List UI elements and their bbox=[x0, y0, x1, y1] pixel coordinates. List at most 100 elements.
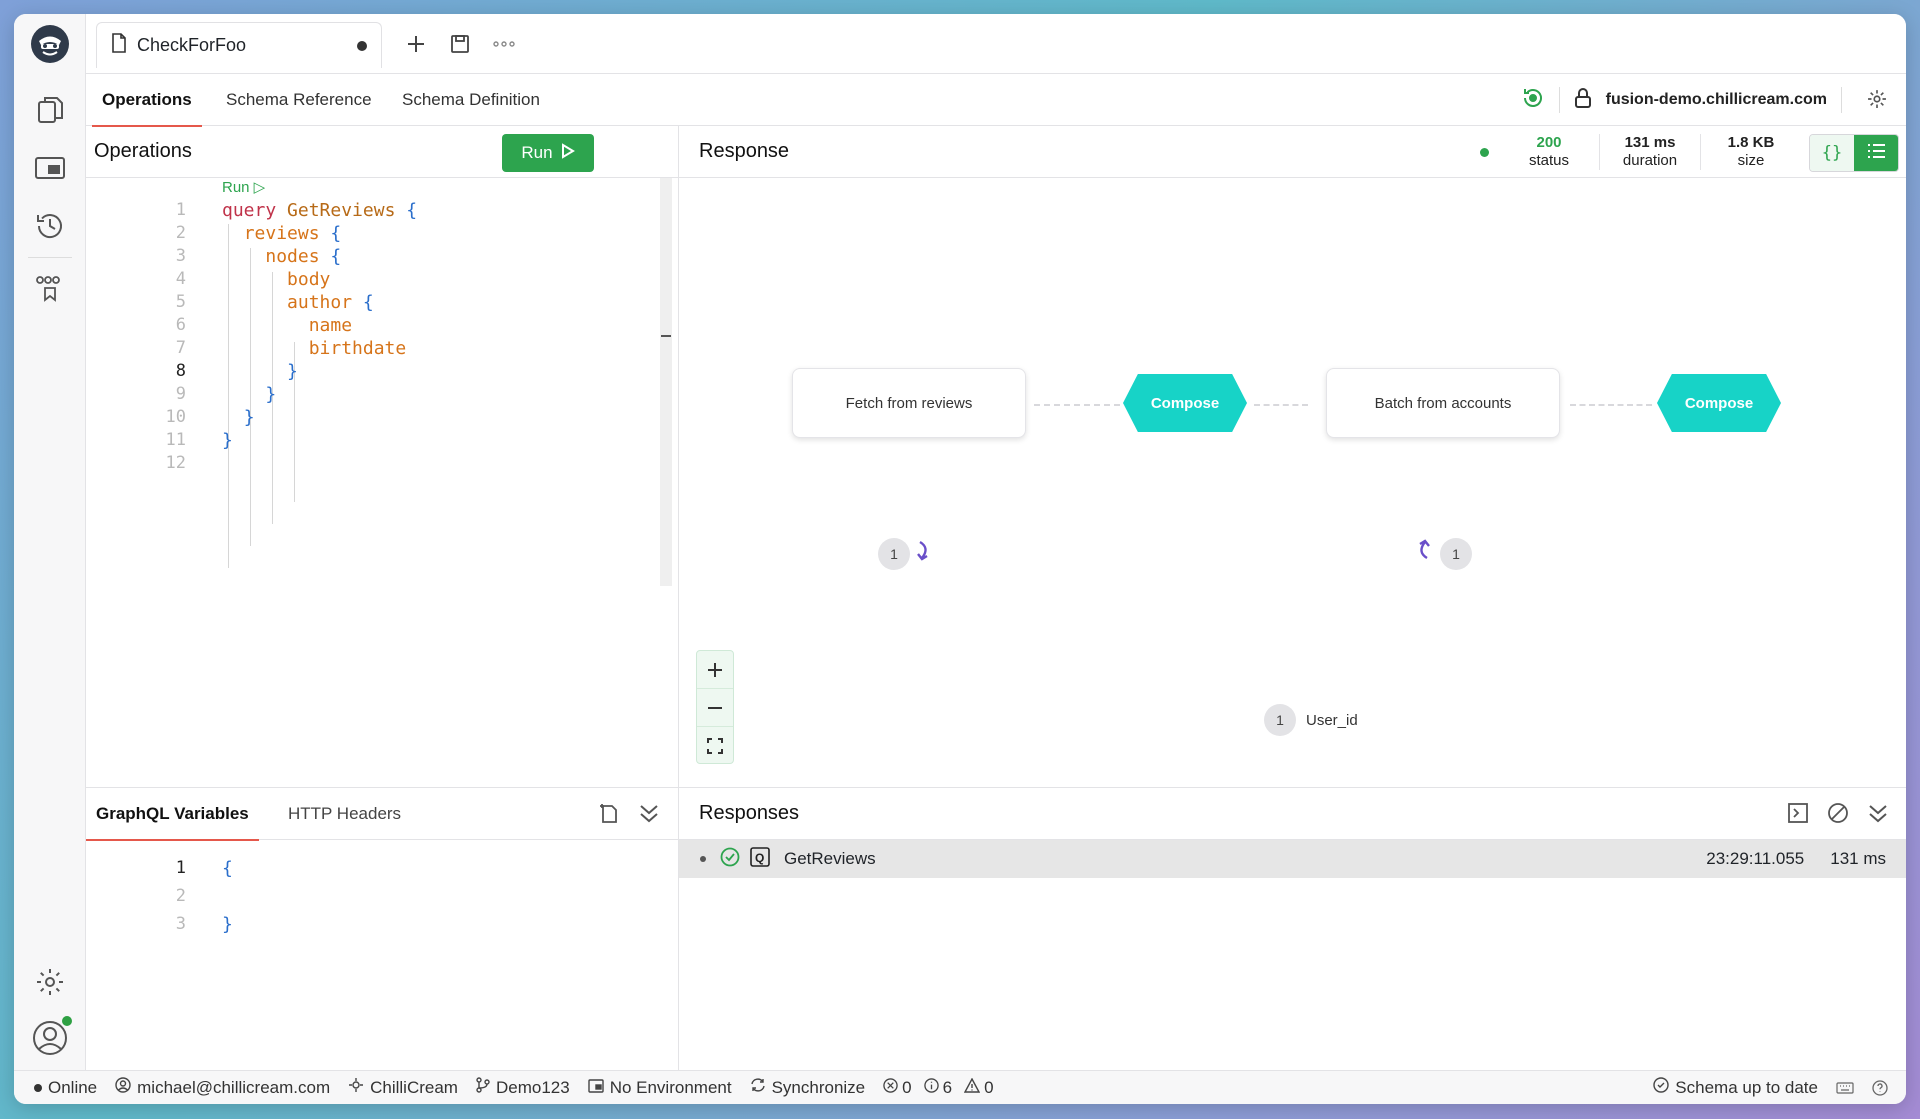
status-problems[interactable]: 0 6 0 bbox=[883, 1077, 994, 1098]
line-number: 3 bbox=[175, 246, 186, 266]
org-label: ChilliCream bbox=[370, 1077, 458, 1097]
bullet bbox=[700, 856, 706, 862]
file-icon bbox=[111, 33, 127, 58]
run-button-label: Run bbox=[521, 143, 553, 162]
editor-scrollbar[interactable] bbox=[660, 178, 672, 586]
line-number: 7 bbox=[175, 338, 186, 358]
history-icon[interactable] bbox=[30, 206, 70, 246]
new-tab-icon[interactable] bbox=[400, 28, 432, 60]
clear-icon[interactable] bbox=[1827, 802, 1849, 829]
response-duration: 131 ms bbox=[1830, 849, 1886, 868]
code-text: } bbox=[243, 406, 255, 428]
run-codelens[interactable]: Run ▷ bbox=[222, 178, 265, 196]
status-stat: 200 status bbox=[1509, 134, 1589, 170]
document-tab[interactable]: CheckForFoo bbox=[96, 22, 382, 68]
variables-editor[interactable]: 1 { 2 3 } bbox=[86, 850, 678, 1050]
query-editor[interactable]: Run ▷ 1 query GetReviews { 2 reviews { 3… bbox=[86, 178, 678, 638]
status-online[interactable]: Online bbox=[34, 1078, 97, 1098]
workspace-icon[interactable] bbox=[30, 148, 70, 188]
duration-stat: 131 ms duration bbox=[1610, 134, 1690, 170]
plan-node-batch-accounts[interactable]: Batch from accounts bbox=[1326, 368, 1560, 438]
response-list-item[interactable]: Q GetReviews 23:29:11.055 131 ms bbox=[678, 840, 1906, 878]
variables-header: GraphQL Variables HTTP Headers bbox=[86, 788, 678, 841]
environment-icon bbox=[587, 1078, 604, 1098]
more-icon[interactable] bbox=[488, 28, 520, 60]
status-bar: Online michael@chillicream.com ChilliCre… bbox=[14, 1070, 1906, 1104]
info-icon bbox=[923, 1077, 939, 1098]
sync-icon bbox=[750, 1077, 766, 1098]
stat-divider bbox=[1599, 134, 1600, 170]
settings-icon[interactable] bbox=[30, 962, 70, 1002]
status-dot bbox=[1480, 147, 1489, 157]
collapse-icon[interactable] bbox=[638, 802, 660, 829]
view-toggle: {} bbox=[1809, 134, 1899, 172]
duration-value: 131 ms bbox=[1624, 134, 1676, 151]
unsaved-indicator[interactable] bbox=[357, 40, 367, 51]
collapse-icon[interactable] bbox=[1867, 802, 1889, 829]
run-button[interactable]: Run bbox=[502, 134, 594, 172]
status-branch[interactable]: Demo123 bbox=[476, 1077, 570, 1098]
help-icon[interactable] bbox=[1872, 1079, 1888, 1096]
tab-operations[interactable]: Operations bbox=[92, 74, 202, 127]
status-user[interactable]: michael@chillicream.com bbox=[115, 1077, 330, 1098]
document-tab-bar: CheckForFoo bbox=[86, 14, 1906, 74]
organization-icon bbox=[348, 1077, 364, 1098]
responses-header: Responses bbox=[679, 788, 1906, 840]
response-title: Response bbox=[699, 140, 790, 162]
check-circle-icon bbox=[1653, 1077, 1669, 1098]
warning-count: 0 bbox=[984, 1077, 994, 1097]
braces-icon: {} bbox=[1821, 143, 1843, 163]
refresh-schema-icon[interactable] bbox=[1521, 86, 1545, 115]
line-number: 12 bbox=[165, 453, 186, 473]
plan-edge bbox=[1034, 404, 1120, 406]
plan-view-button[interactable] bbox=[1854, 135, 1898, 171]
code-line: 1 { bbox=[86, 854, 678, 882]
plan-node-compose[interactable]: Compose bbox=[1123, 374, 1247, 432]
loop-arrow-icon bbox=[916, 538, 934, 571]
terminal-icon[interactable] bbox=[1787, 802, 1809, 829]
bookmarks-icon[interactable] bbox=[30, 268, 70, 308]
scrollbar-cursor-marker bbox=[661, 335, 671, 337]
activity-bar bbox=[14, 14, 86, 1070]
plan-step-badge: 1 bbox=[878, 538, 910, 570]
tab-schema-reference[interactable]: Schema Reference bbox=[226, 74, 372, 126]
status-sync[interactable]: Synchronize bbox=[750, 1077, 865, 1098]
endpoint-bar: fusion-demo.chillicream.com bbox=[1521, 74, 1842, 126]
code-text: birthdate bbox=[308, 337, 407, 359]
code-text: query GetReviews { bbox=[222, 199, 418, 221]
svg-text:Q: Q bbox=[755, 851, 764, 865]
plan-node-compose[interactable]: Compose bbox=[1657, 374, 1781, 432]
zoom-in-button[interactable] bbox=[697, 651, 733, 689]
response-stats: 200 status 131 ms duration 1.8 KB size bbox=[1480, 126, 1791, 178]
zoom-out-button[interactable] bbox=[697, 689, 733, 727]
app-logo-icon[interactable] bbox=[30, 24, 70, 64]
response-time: 23:29:11.055 bbox=[1706, 849, 1805, 868]
code-text: { bbox=[222, 857, 233, 879]
tab-http-headers[interactable]: HTTP Headers bbox=[288, 788, 401, 840]
line-number: 9 bbox=[175, 384, 186, 404]
size-label: size bbox=[1737, 152, 1765, 169]
keyboard-icon[interactable] bbox=[1836, 1081, 1854, 1094]
panel-divider[interactable] bbox=[678, 788, 679, 1070]
endpoint-url[interactable]: fusion-demo.chillicream.com bbox=[1606, 91, 1827, 109]
size-value: 1.8 KB bbox=[1727, 134, 1775, 151]
status-org[interactable]: ChilliCream bbox=[348, 1077, 458, 1098]
duration-label: duration bbox=[1622, 152, 1678, 169]
zoom-controls bbox=[696, 650, 734, 764]
query-type-icon: Q bbox=[750, 846, 770, 872]
plan-node-fetch-reviews[interactable]: Fetch from reviews bbox=[792, 368, 1026, 438]
tab-schema-definition[interactable]: Schema Definition bbox=[402, 74, 540, 126]
json-view-button[interactable]: {} bbox=[1810, 135, 1854, 171]
operation-nav: Operations Schema Reference Schema Defin… bbox=[86, 74, 1906, 127]
status-schema[interactable]: Schema up to date bbox=[1653, 1077, 1818, 1098]
connection-settings-icon[interactable] bbox=[1866, 88, 1888, 115]
plan-variable-label: User_id bbox=[1306, 712, 1358, 729]
documents-icon[interactable] bbox=[30, 90, 70, 130]
tab-graphql-variables[interactable]: GraphQL Variables bbox=[86, 788, 259, 841]
save-icon[interactable] bbox=[444, 28, 476, 60]
error-count: 0 bbox=[902, 1077, 912, 1097]
new-file-icon[interactable] bbox=[598, 802, 620, 829]
code-text: name bbox=[308, 314, 353, 336]
fit-view-button[interactable] bbox=[697, 727, 733, 765]
status-environment[interactable]: No Environment bbox=[587, 1078, 732, 1098]
